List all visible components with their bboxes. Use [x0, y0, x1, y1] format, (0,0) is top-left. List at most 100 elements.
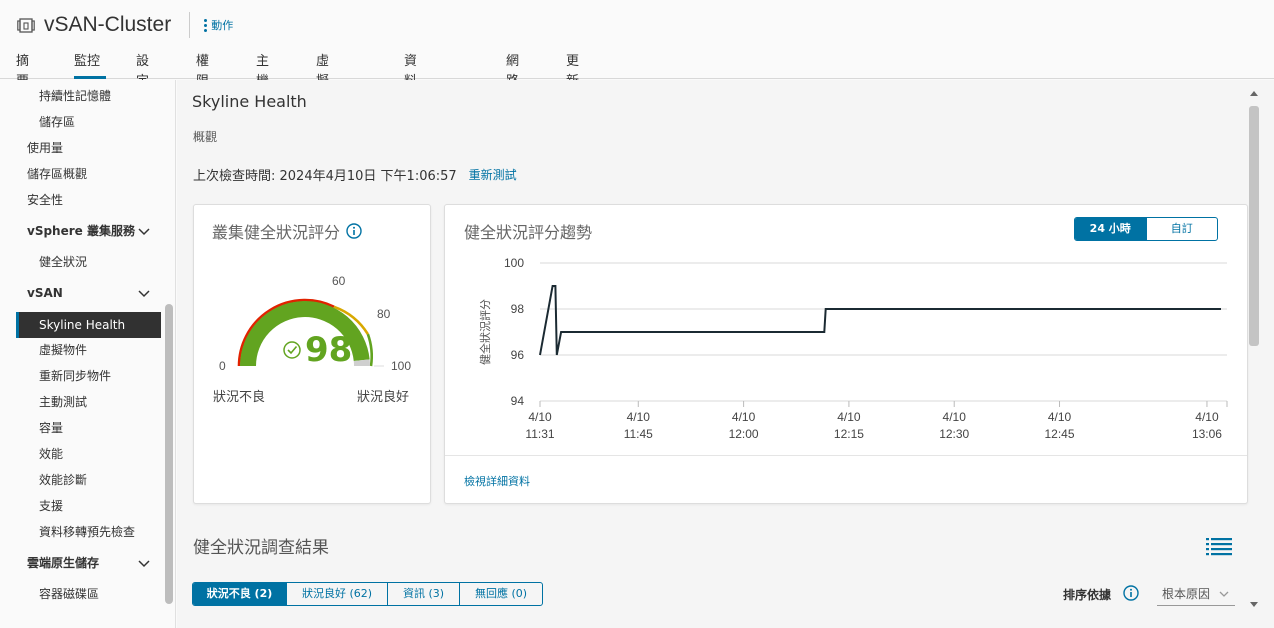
health-trend-title: 健全狀況評分趨勢: [464, 223, 593, 242]
x-tick-label-date: 4/10: [732, 410, 756, 424]
tab-summary[interactable]: 摘要: [16, 52, 29, 89]
sidebar-item-performance[interactable]: 效能: [39, 441, 63, 467]
x-tick-label-date: 4/10: [1195, 410, 1219, 424]
tab-configure[interactable]: 設定: [136, 52, 149, 89]
title-row: vSAN-Cluster 動作: [16, 10, 233, 40]
x-tick-label-date: 4/10: [943, 410, 967, 424]
range-custom-button[interactable]: 自訂: [1145, 218, 1218, 240]
health-score-card: 叢集健全狀況評分 98 0 60 80 100 狀況不良 狀況良好: [193, 204, 431, 504]
sidebar-group-cloud-native-storage[interactable]: 雲端原生儲存: [27, 550, 151, 576]
x-tick-label-date: 4/10: [837, 410, 861, 424]
tab-updates[interactable]: 更新: [566, 52, 579, 89]
view-details-link[interactable]: 檢視詳細資料: [464, 473, 530, 489]
section-title-skyline: Skyline Health: [192, 92, 307, 111]
chevron-down-icon: [138, 290, 150, 298]
x-tick-label-date: 4/10: [1048, 410, 1072, 424]
sidebar-group-vsan[interactable]: vSAN: [27, 280, 151, 306]
sidebar-item-skyline-health[interactable]: Skyline Health: [16, 312, 161, 338]
y-axis-label: 健全狀況評分: [478, 299, 492, 365]
kebab-icon: [204, 18, 208, 32]
tab-monitor[interactable]: 監控: [74, 52, 106, 79]
health-findings-title: 健全狀況調查結果: [193, 538, 329, 558]
sidebar-item-resync-objects[interactable]: 重新同步物件: [39, 363, 111, 389]
x-tick-label-time: 12:45: [1045, 427, 1075, 441]
sidebar-nav: 持續性記憶體 儲存區 使用量 儲存區概觀 安全性 vSphere 叢集服務 健全…: [0, 80, 176, 628]
sidebar-item-usage[interactable]: 使用量: [27, 135, 63, 161]
health-score-gauge: 98 0 60 80 100: [219, 274, 411, 373]
list-view-icon[interactable]: [1206, 537, 1232, 557]
health-score-value: 98: [305, 330, 352, 370]
sidebar-item-storage-overview[interactable]: 儲存區概觀: [27, 161, 87, 187]
tab-networks[interactable]: 網路: [506, 52, 519, 89]
main-scrollbar[interactable]: [1248, 90, 1260, 610]
sidebar-item-virtual-objects[interactable]: 虛擬物件: [39, 337, 87, 363]
sidebar-item-proactive-tests[interactable]: 主動測試: [39, 389, 87, 415]
x-tick-label-time: 12:00: [729, 427, 759, 441]
sidebar-item-performance-diagnostics[interactable]: 效能診斷: [39, 467, 87, 493]
tab-hosts[interactable]: 主機: [256, 52, 269, 89]
page-header: vSAN-Cluster 動作 摘要 監控 設定 權限 主機 虛擬機器 資料存放…: [0, 0, 1274, 149]
tab-datastores[interactable]: 資料存放區: [404, 52, 417, 149]
gauge-bad-label: 狀況不良: [213, 390, 266, 405]
findings-filter-toggle: 狀況不良 (2) 狀況良好 (62) 資訊 (3) 無回應 (0): [192, 582, 543, 606]
tab-vms[interactable]: 虛擬機器: [316, 52, 329, 129]
x-tick-label-date: 4/10: [627, 410, 651, 424]
filter-unhealthy[interactable]: 狀況不良 (2): [193, 583, 286, 605]
health-trend-chart: 100 98 96 94 健全狀況評分 4/10 11:31 4/10 11:45 4/10 12:…: [478, 256, 1228, 441]
tab-permissions[interactable]: 權限: [196, 52, 209, 89]
x-tick-label-time: 12:15: [834, 427, 864, 441]
sidebar-item-health[interactable]: 健全狀況: [39, 249, 87, 275]
y-tick-label: 96: [511, 348, 525, 362]
x-tick-label-time: 11:31: [525, 427, 554, 441]
x-tick-label-time: 11:45: [624, 427, 653, 441]
health-score-title-text: 叢集健全狀況評分: [212, 223, 341, 242]
info-icon[interactable]: [346, 223, 362, 239]
cluster-icon: [16, 15, 36, 35]
x-tick-label-time: 12:30: [939, 427, 969, 441]
actions-menu-button[interactable]: 動作: [204, 17, 233, 33]
range-24h-button[interactable]: 24 小時: [1075, 218, 1146, 240]
sidebar-group-label: vSphere 叢集服務: [27, 224, 135, 238]
scroll-up-arrow-icon[interactable]: [1250, 90, 1258, 98]
gauge-tick-0: 0: [219, 359, 226, 373]
sidebar-item-container-volumes[interactable]: 容器磁碟區: [39, 581, 99, 607]
overview-label: 概觀: [193, 130, 218, 144]
title-divider: [189, 12, 191, 38]
sidebar-scrollbar[interactable]: [163, 80, 175, 628]
sidebar-group-vsphere-cluster-services[interactable]: vSphere 叢集服務: [27, 218, 151, 244]
last-check-time: 上次檢查時間: 2024年4月10日 下午1:06:57: [193, 169, 457, 184]
page-title: vSAN-Cluster: [44, 13, 172, 36]
chevron-down-icon: [138, 560, 150, 568]
sort-select[interactable]: 根本原因: [1157, 582, 1235, 606]
sidebar-scrollbar-thumb[interactable]: [165, 304, 173, 604]
retest-link[interactable]: 重新測試: [469, 166, 517, 183]
scroll-down-arrow-icon[interactable]: [1250, 600, 1258, 608]
health-score-card-title: 叢集健全狀況評分: [212, 219, 362, 243]
sidebar-item-capacity[interactable]: 容量: [39, 415, 63, 441]
gauge-tick-80: 80: [377, 307, 391, 321]
sidebar-group-label: vSAN: [27, 286, 63, 300]
sidebar-item-storage[interactable]: 儲存區: [39, 109, 75, 135]
x-tick-label-time: 13:06: [1192, 427, 1222, 441]
check-circle-icon: [283, 341, 301, 359]
y-tick-label: 98: [511, 302, 525, 316]
health-trend-card: 健全狀況評分趨勢 24 小時 自訂 100 98 96 94 健全狀況評分 4/10 11:…: [444, 204, 1248, 504]
filter-info[interactable]: 資訊 (3): [387, 583, 459, 605]
gauge-tick-100: 100: [391, 359, 411, 373]
main-scrollbar-thumb[interactable]: [1249, 106, 1259, 346]
filter-healthy[interactable]: 狀況良好 (62): [286, 583, 387, 605]
time-range-toggle: 24 小時 自訂: [1074, 217, 1218, 241]
main-content: Skyline Health 概觀 上次檢查時間: 2024年4月10日 下午1…: [177, 80, 1274, 628]
sidebar-item-data-migration-precheck[interactable]: 資料移轉預先檢查: [39, 519, 135, 545]
card-divider: [445, 455, 1247, 456]
sidebar-item-support[interactable]: 支援: [39, 493, 63, 519]
chevron-down-icon: [1219, 591, 1229, 597]
sidebar-group-label: 雲端原生儲存: [27, 556, 100, 570]
filter-silenced[interactable]: 無回應 (0): [459, 583, 542, 605]
actions-label: 動作: [211, 19, 234, 32]
sidebar-item-security[interactable]: 安全性: [27, 187, 63, 213]
sidebar-item-persistent-memory[interactable]: 持續性記憶體: [39, 83, 111, 109]
y-tick-label: 100: [504, 256, 524, 270]
sort-info-icon[interactable]: [1123, 585, 1139, 601]
x-tick-label-date: 4/10: [528, 410, 552, 424]
